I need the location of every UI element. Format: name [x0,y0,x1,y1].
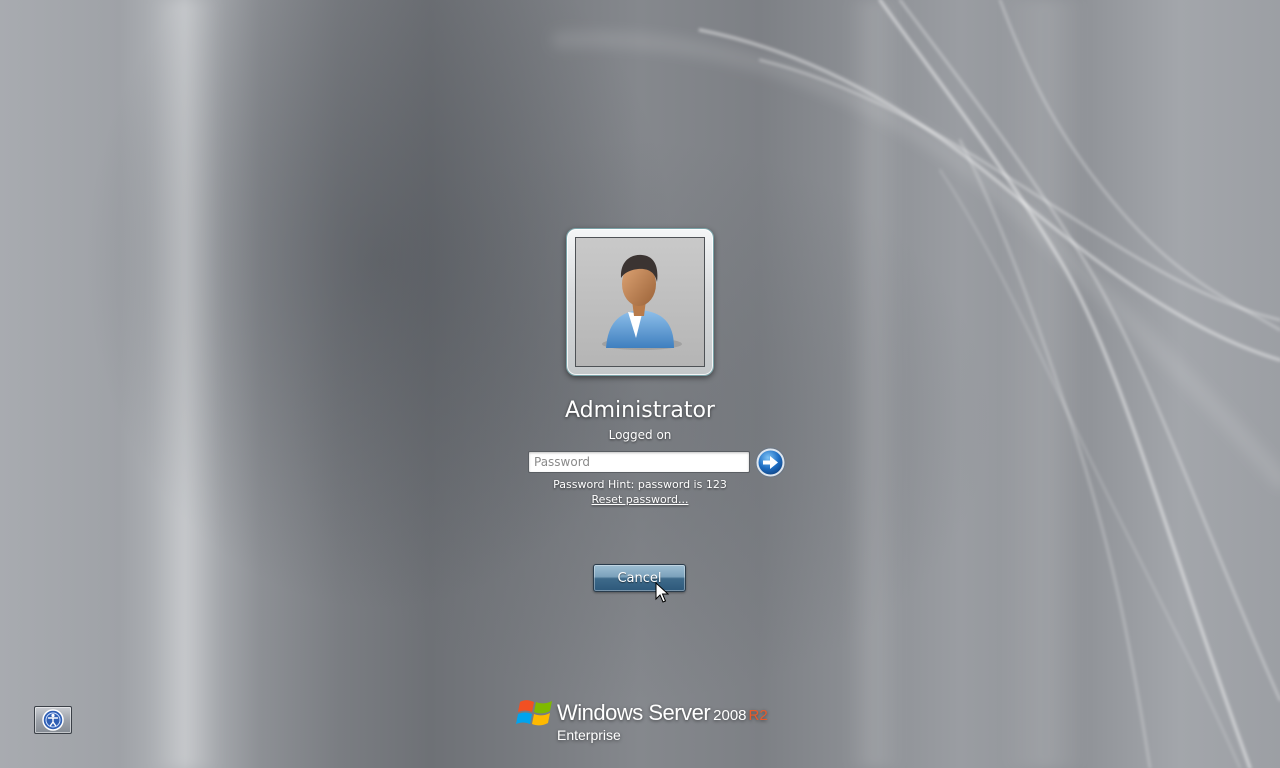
ease-of-access-icon [42,709,64,731]
product-title: Windows Server [557,700,711,725]
submit-arrow-button[interactable] [755,447,786,478]
password-field[interactable] [528,451,750,473]
ease-of-access-button[interactable] [34,706,72,734]
arrow-right-icon [755,447,786,478]
user-avatar-icon [602,254,682,350]
reset-password-container: Reset password... [440,493,840,506]
logon-status-label: Logged on [608,428,672,442]
product-edition: Enterprise [557,727,621,743]
user-avatar-frame [575,237,705,367]
cancel-button[interactable]: Cancel [593,564,686,592]
product-name: Windows Server 2008 R2 [557,700,768,726]
user-tile[interactable] [566,228,714,376]
product-release: R2 [748,707,768,724]
username-label: Administrator [565,398,715,423]
reset-password-link[interactable]: Reset password... [592,493,689,506]
windows-flag-logo [516,700,552,726]
windows-branding: Windows Server 2008 R2 Enterprise [516,694,776,748]
background-swirl [150,0,1280,768]
password-hint: Password Hint: password is 123 [553,478,727,491]
product-version: 2008 [713,707,747,724]
